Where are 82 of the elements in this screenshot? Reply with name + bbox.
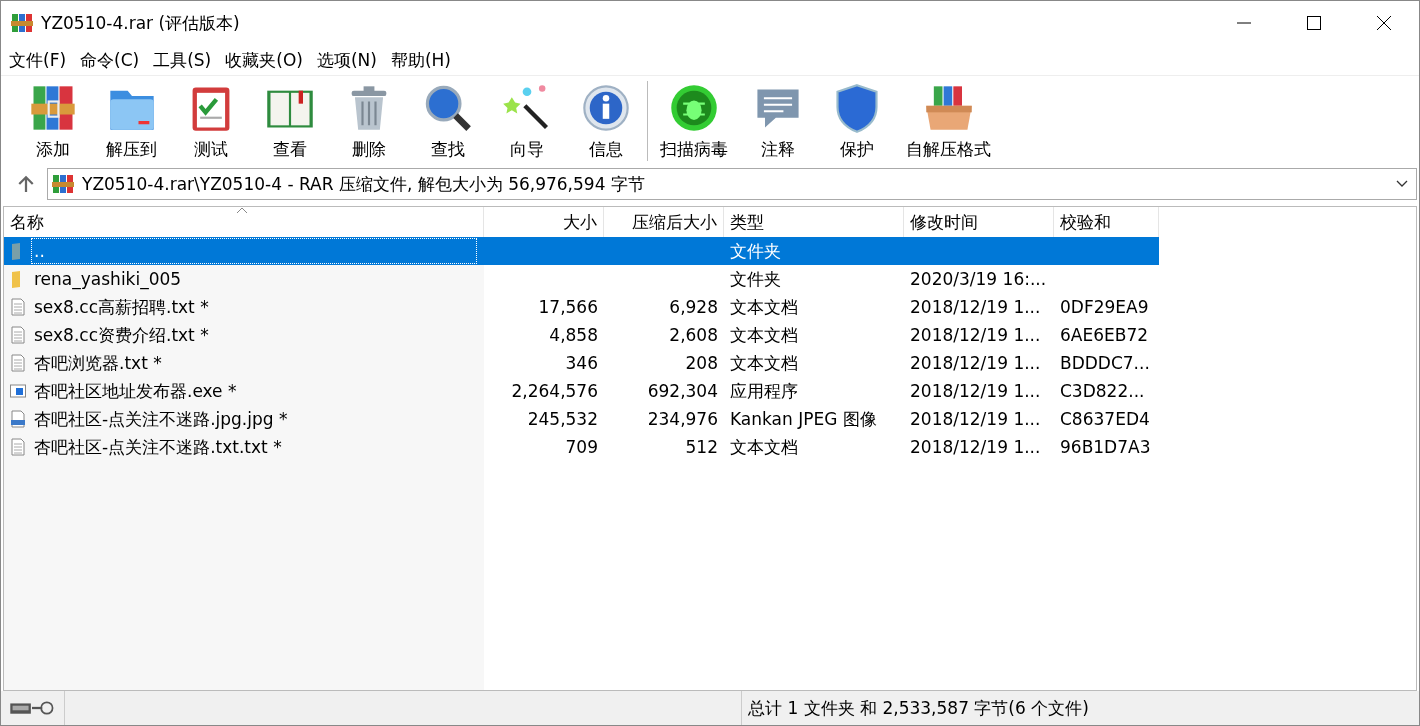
text-file-icon (10, 298, 26, 316)
window-title: YZ0510-4.rar (评估版本) (41, 11, 240, 35)
size-cell: 2,264,576 (511, 381, 598, 401)
packed-size-cell: 2,608 (669, 325, 718, 345)
checksum-cell: 6AE6EB72 (1060, 325, 1149, 345)
text-file-icon (10, 438, 26, 456)
modified-cell: 2020/3/19 16:... (910, 269, 1047, 289)
menu-item[interactable]: 命令(C) (80, 48, 140, 72)
file-name: sex8.cc高薪招聘.txt * (33, 295, 210, 319)
packed-size-cell: 6,928 (669, 297, 718, 317)
file-row[interactable]: rena_yashiki_005 文件夹 2020/3/19 16:... (4, 265, 1159, 293)
size-cell: 346 (565, 353, 598, 373)
type-cell: 文本文档 (730, 435, 798, 459)
status-summary: 总计 1 文件夹 和 2,533,587 字节(6 个文件) (747, 696, 1089, 720)
file-name: 杏吧浏览器.txt * (33, 351, 163, 375)
file-name: 杏吧社区-点关注不迷路.jpg.jpg * (33, 407, 289, 431)
modified-cell: 2018/12/19 1... (910, 353, 1041, 373)
type-cell: 文件夹 (730, 239, 781, 263)
type-cell: 文本文档 (730, 323, 798, 347)
toolbar-button[interactable]: 向导 (487, 81, 566, 161)
file-name: 杏吧社区地址发布器.exe * (33, 379, 238, 403)
file-name: sex8.cc资费介绍.txt * (33, 323, 210, 347)
address-field[interactable]: YZ0510-4.rar\YZ0510-4 - RAR 压缩文件, 解包大小为 56,976,594 字节 (47, 168, 1417, 200)
menu-item[interactable]: 文件(F) (9, 48, 67, 72)
maximize-icon[interactable] (1307, 16, 1321, 30)
type-cell: 文件夹 (730, 267, 781, 291)
file-name: 杏吧社区-点关注不迷路.txt.txt * (33, 435, 283, 459)
size-cell: 17,566 (538, 297, 598, 317)
program-icon (10, 382, 26, 400)
packed-size-cell: 208 (685, 353, 718, 373)
toolbar-button[interactable]: 信息 (566, 81, 645, 161)
checksum-cell: BDDDC7... (1060, 353, 1150, 373)
text-file-icon (10, 354, 26, 372)
toolbar-button[interactable]: 添加 (13, 81, 92, 161)
toolbar-button[interactable]: 解压到 (92, 81, 171, 161)
toolbar-button[interactable]: 查找 (408, 81, 487, 161)
modified-cell: 2018/12/19 1... (910, 437, 1041, 457)
packed-size-cell: 512 (685, 437, 718, 457)
menu-item[interactable]: 收藏夹(O) (225, 48, 303, 72)
size-cell: 709 (565, 437, 598, 457)
image-file-icon (10, 410, 26, 428)
checksum-cell: C3D822... (1060, 381, 1145, 401)
modified-cell: 2018/12/19 1... (910, 297, 1041, 317)
modified-cell: 2018/12/19 1... (910, 325, 1041, 345)
packed-size-cell: 234,976 (647, 409, 718, 429)
size-cell: 4,858 (549, 325, 598, 345)
archive-icon (52, 173, 74, 195)
toolbar-button[interactable]: 删除 (329, 81, 408, 161)
menu-item[interactable]: 工具(S) (153, 48, 212, 72)
size-cell: 245,532 (527, 409, 598, 429)
toolbar-button[interactable]: 注释 (738, 81, 817, 161)
archive-icon (11, 12, 33, 34)
type-cell: 应用程序 (730, 379, 798, 403)
packed-size-cell: 692,304 (647, 381, 718, 401)
file-row[interactable]: .. 文件夹 (4, 237, 1159, 265)
menu-item[interactable]: 选项(N) (316, 48, 377, 72)
file-name: rena_yashiki_005 (33, 268, 183, 291)
dropdown-caret-icon (1396, 180, 1408, 188)
checksum-cell: 96B1D7A3 (1060, 437, 1151, 457)
toolbar-button[interactable]: 自解压格式 (896, 81, 1001, 161)
type-cell: Kankan JPEG 图像 (730, 407, 877, 431)
menu-item[interactable]: 帮助(H) (390, 48, 451, 72)
modified-cell: 2018/12/19 1... (910, 381, 1041, 401)
text-file-icon (10, 326, 26, 344)
file-row[interactable]: 杏吧社区地址发布器.exe * 2,264,576 692,304 应用程序 2018/12/19 1... C3D822... (4, 377, 1159, 405)
toolbar-button[interactable]: 保护 (817, 81, 896, 161)
toolbar-button[interactable]: 扫描病毒 (650, 81, 738, 161)
checksum-cell: C8637ED4 (1060, 409, 1150, 429)
file-name: .. (32, 239, 476, 263)
file-row[interactable]: 杏吧社区-点关注不迷路.jpg.jpg * 245,532 234,976 Kankan JPEG 图像 2018/12/19 1... C8637ED4 (4, 405, 1159, 433)
toolbar-button[interactable]: 查看 (250, 81, 329, 161)
toolbar-button[interactable]: 测试 (171, 81, 250, 161)
type-cell: 文本文档 (730, 351, 798, 375)
file-row[interactable]: sex8.cc高薪招聘.txt * 17,566 6,928 文本文档 2018/12/19 1... 0DF29EA9 (4, 293, 1159, 321)
modified-cell: 2018/12/19 1... (910, 409, 1041, 429)
close-icon[interactable] (1377, 16, 1391, 30)
checksum-cell: 0DF29EA9 (1060, 297, 1149, 317)
file-row[interactable]: 杏吧社区-点关注不迷路.txt.txt * 709 512 文本文档 2018/12/19 1... 96B1D7A3 (4, 433, 1159, 461)
type-cell: 文本文档 (730, 295, 798, 319)
file-row[interactable]: 杏吧浏览器.txt * 346 208 文本文档 2018/12/19 1... BDDDC7... (4, 349, 1159, 377)
file-row[interactable]: sex8.cc资费介绍.txt * 4,858 2,608 文本文档 2018/12/19 1... 6AE6EB72 (4, 321, 1159, 349)
up-arrow-icon[interactable] (17, 175, 35, 193)
